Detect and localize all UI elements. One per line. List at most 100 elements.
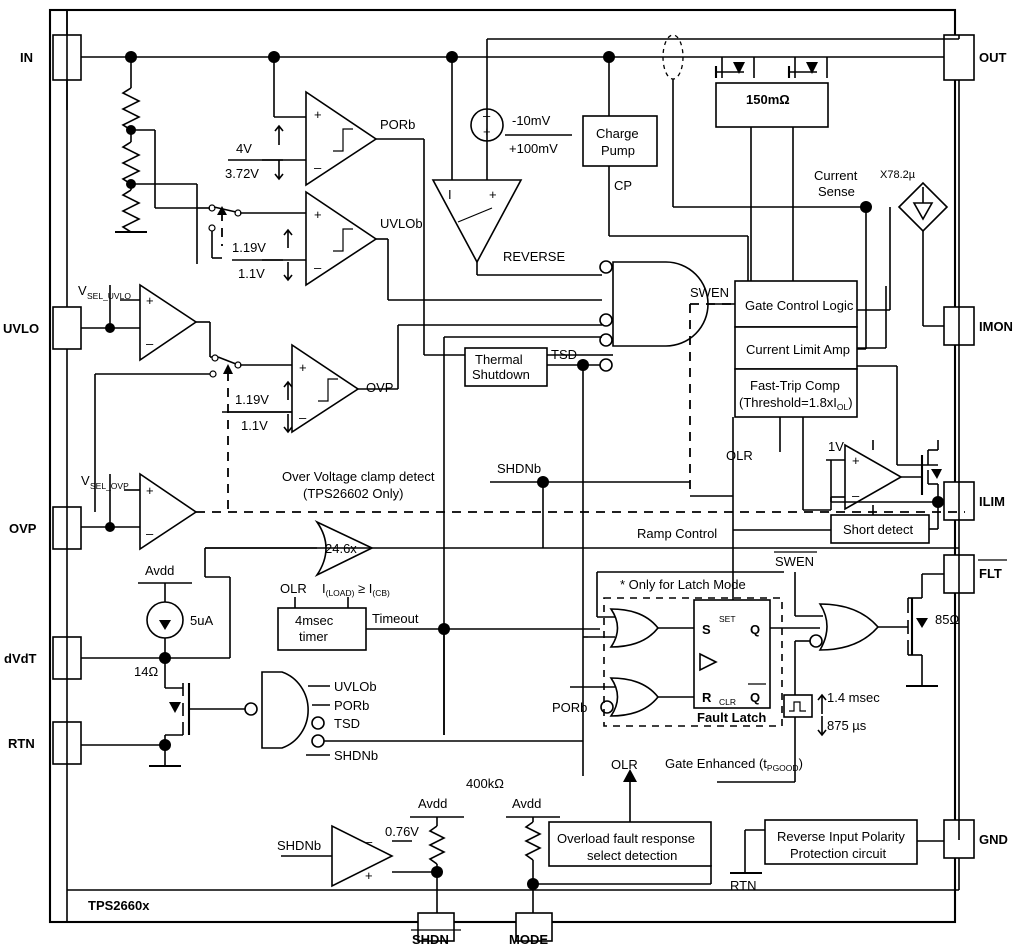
- arrow-up-porb: [274, 124, 284, 145]
- svg-text:–: –: [299, 410, 307, 425]
- svg-text:+: +: [146, 483, 154, 498]
- resistor-r2: [121, 141, 141, 185]
- pin-uvlo-box[interactable]: [52, 306, 82, 350]
- and-input-bubble-2: [599, 313, 613, 327]
- fault-latch-title: Fault Latch: [697, 710, 766, 725]
- deglitch-box: [783, 694, 813, 718]
- olr-arrow-group: OLR: [611, 757, 638, 822]
- pin-flt[interactable]: FLT: [943, 554, 1007, 594]
- offset-voltage-source: – + -10mV +100mV: [470, 108, 572, 156]
- pin-rtn-label: RTN: [8, 736, 35, 751]
- tsd-line1: Thermal: [475, 352, 523, 367]
- porb-threshold-group: 4V 3.72V: [225, 124, 284, 181]
- comparator-uvlob: + – UVLOb: [240, 190, 602, 301]
- shdn-comparator-body: [331, 824, 394, 888]
- olr-label-2: OLR: [611, 757, 638, 772]
- vsel-uvlo-label: V: [78, 283, 87, 298]
- svg-text:+: +: [365, 868, 373, 883]
- amp-24-6x: 24.6x: [204, 520, 374, 578]
- svg-text:I(LOAD) ≥ I(CB): I(LOAD) ≥ I(CB): [322, 581, 390, 598]
- svg-text:+: +: [314, 107, 322, 122]
- or-gate-flt: 85Ω: [794, 572, 959, 700]
- nand-gate-body: [261, 671, 309, 749]
- latch-mode-note: * Only for Latch Mode: [620, 577, 746, 592]
- pin-flt-label: FLT: [979, 566, 1002, 581]
- or-gate-reset: [609, 677, 660, 717]
- pin-out[interactable]: OUT: [943, 34, 1007, 81]
- overload-line2: select detection: [587, 848, 677, 863]
- latch-qbar: Q: [750, 690, 760, 705]
- pin-rtn[interactable]: RTN: [8, 721, 82, 765]
- avdd-label-1: Avdd: [145, 563, 174, 578]
- ovp-signal-label: OVP: [366, 380, 393, 395]
- pin-gnd[interactable]: GND: [943, 819, 1008, 859]
- uvlob-signal-label: UVLOb: [380, 216, 423, 231]
- or-gate-set: [609, 608, 660, 648]
- gate-enhanced-a: Gate Enhanced (t: [665, 756, 767, 771]
- pin-ilim-label: ILIM: [979, 494, 1005, 509]
- block-reverse-polarity: Reverse Input Polarity Protection circui…: [730, 819, 944, 893]
- pin-uvlo[interactable]: UVLO: [3, 306, 82, 350]
- uvlob-fall-value: 1.1V: [238, 266, 265, 281]
- nand-in-porb: PORb: [334, 698, 369, 713]
- svg-text:–: –: [314, 260, 322, 275]
- cp-label: CP: [614, 178, 632, 193]
- or-gate-flt-body: [818, 603, 880, 651]
- pin-imon[interactable]: IMON: [943, 306, 1013, 346]
- flt-res-label: 85Ω: [935, 612, 959, 627]
- and-input-bubble-4: [599, 358, 613, 372]
- uvlob-rise-value: 1.19V: [232, 240, 266, 255]
- latch-clr: CLR: [719, 697, 736, 707]
- ovp-rise-value: 1.19V: [235, 392, 269, 407]
- block-overload-fault-response: Overload fault response select detection: [548, 821, 712, 867]
- latch-s: S: [702, 622, 711, 637]
- nand-in-shdnb: SHDNb: [334, 748, 378, 763]
- dvdt-fet-diode: [169, 702, 181, 713]
- porb-rise-value: 4V: [236, 141, 252, 156]
- short-detect-label: Short detect: [843, 522, 913, 537]
- pin-in-label: IN: [20, 50, 33, 65]
- pin-ilim[interactable]: ILIM: [943, 481, 1005, 521]
- olr-label-1: OLR: [726, 448, 753, 463]
- revpol-line2: Protection circuit: [790, 846, 886, 861]
- latch-set: SET: [719, 614, 736, 624]
- timer-in-olr: OLR: [280, 581, 307, 596]
- arrow-down-uvlob: [283, 262, 293, 282]
- switch-arrow-2: [223, 364, 233, 374]
- timer-iload-sub: (LOAD): [326, 588, 355, 598]
- ovp-threshold-group: 1.19V 1.1V: [222, 380, 293, 434]
- pin-mode[interactable]: MODE: [509, 912, 553, 947]
- shdnb-label-1: SHDNb: [497, 461, 541, 476]
- mode-res-label: 400kΩ: [466, 776, 504, 791]
- pin-dvdt[interactable]: dVdT: [4, 636, 82, 680]
- reverse-signal-label: REVERSE: [503, 249, 565, 264]
- comparator-vsel-uvlo: + – V SEL_UVLO: [78, 283, 211, 362]
- svg-text:–: –: [852, 488, 860, 503]
- gate-control-logic-label: Gate Control Logic: [745, 298, 854, 313]
- vsel-ovp-label: V: [81, 473, 90, 488]
- deglitch-arrow-up: [817, 693, 827, 714]
- resistor-r3: [121, 189, 141, 233]
- overload-line1: Overload fault response: [557, 831, 695, 846]
- comparator-porb: + – PORb: [262, 57, 425, 355]
- comparator-reverse: I + REVERSE: [431, 57, 602, 276]
- pin-ovp[interactable]: OVP: [9, 506, 82, 550]
- pin-shdn-label: SHDN: [412, 932, 449, 947]
- svg-text:+: +: [852, 453, 860, 468]
- hysteresis-glyph-ovp: [318, 378, 338, 402]
- pin-out-box[interactable]: [943, 34, 975, 81]
- arrow-up-uvlob: [283, 228, 293, 248]
- gate-enhanced-b: ): [799, 756, 803, 771]
- pin-shdn[interactable]: SHDN: [411, 912, 461, 947]
- fast-trip-line2b: ): [848, 395, 852, 410]
- resistor-r1: [121, 87, 141, 131]
- pin-imon-label: IMON: [979, 319, 1013, 334]
- pin-gnd-label: GND: [979, 832, 1008, 847]
- tsd-label: TSD: [551, 347, 577, 362]
- timer-line1: 4msec: [295, 613, 334, 628]
- deglitch-fall-label: 875 µs: [827, 718, 867, 733]
- porb-label-latch: PORb: [552, 700, 587, 715]
- timer-line2: timer: [299, 629, 329, 644]
- ovp-fall-value: 1.1V: [241, 418, 268, 433]
- ilim-ref-label: 1V: [828, 439, 844, 454]
